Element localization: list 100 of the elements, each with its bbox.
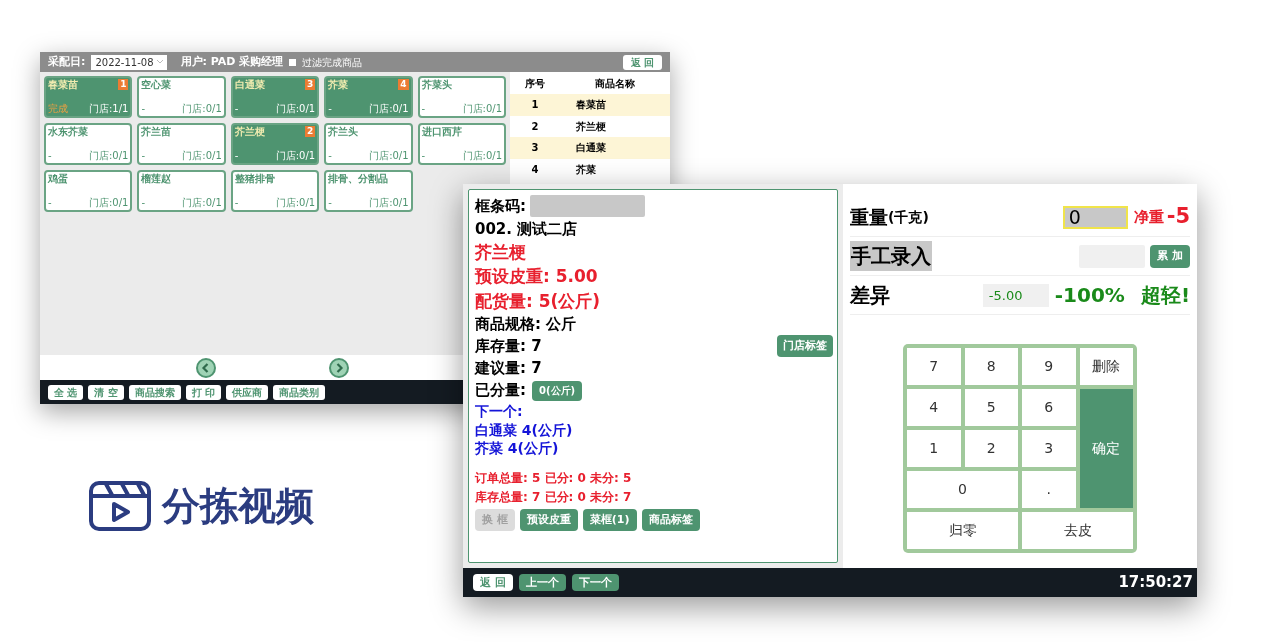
product-tile[interactable]: 芥菜头 - 门店:0/1	[417, 76, 506, 118]
nav-button[interactable]: 返 回	[473, 574, 513, 591]
toolbar-button[interactable]: 全 选	[48, 384, 84, 400]
product-tile[interactable]: 芥兰梗 2 - 门店:0/1	[230, 123, 320, 165]
keypad-key[interactable]: 删除	[1079, 348, 1133, 385]
keypad-key[interactable]: 9	[1022, 348, 1076, 385]
tile-name: 鸡蛋	[48, 173, 68, 185]
keypad-key[interactable]: 4	[907, 389, 961, 426]
next-item: 白通菜 4(公斤)	[475, 421, 574, 439]
tile-store-count: 门店:0/1	[462, 150, 502, 162]
next-item: 芥菜 4(公斤)	[475, 439, 560, 457]
nav-button[interactable]: 下一个	[571, 574, 619, 591]
product-tile[interactable]: 进口西芹 - 门店:0/1	[417, 123, 506, 165]
store-name: 002. 测试二店	[475, 219, 579, 240]
tile-name: 春菜苗	[48, 79, 78, 91]
date-field[interactable]: 2022-11-08	[91, 54, 167, 70]
toolbar-button[interactable]: 商品类别	[273, 384, 326, 400]
product-tile[interactable]: 整猪排骨 - 门店:0/1	[230, 170, 320, 212]
product-tile[interactable]: 水东芥菜 - 门店:0/1	[44, 123, 133, 165]
sorted-amount-button[interactable]: 0(公斤)	[532, 380, 583, 401]
column-header: 序号	[524, 76, 546, 91]
next-label: 下一个:	[475, 402, 524, 421]
tile-name: 芥兰苗	[141, 126, 172, 138]
tile-name: 白通菜	[234, 79, 265, 91]
product-tile[interactable]: 芥菜 4 - 门店:0/1	[324, 76, 413, 118]
previous-icon[interactable]	[196, 357, 217, 378]
next-icon[interactable]	[328, 357, 349, 378]
barcode-field[interactable]	[530, 195, 645, 217]
keypad-key[interactable]: .	[1022, 471, 1076, 508]
back-button[interactable]: 返 回	[622, 54, 662, 70]
store-label-button[interactable]: 门店标签	[777, 335, 833, 357]
tile-status: -	[48, 197, 52, 209]
difference-percent: -100%	[1054, 282, 1125, 309]
caret-icon	[156, 60, 163, 64]
keypad-key[interactable]: 3	[1022, 430, 1076, 467]
tile-name: 芥兰头	[328, 126, 359, 138]
difference-label: 差异	[850, 282, 890, 309]
tile-store-count: 门店:0/1	[369, 150, 409, 162]
tile-store-count: 门店:0/1	[182, 197, 222, 209]
product-tile[interactable]: 鸡蛋 - 门店:0/1	[44, 170, 133, 212]
keypad-key[interactable]: 6	[1022, 389, 1076, 426]
unit-label: (千克)	[888, 207, 929, 225]
suggested-text: 建议量: 7	[475, 358, 543, 379]
spec-text: 商品规格: 公斤	[475, 314, 578, 335]
action-button[interactable]: 商品标签	[641, 509, 700, 531]
weight-field[interactable]: 0	[1062, 205, 1128, 229]
keypad-key[interactable]: 2	[964, 430, 1018, 467]
action-button[interactable]: 预设皮重	[519, 509, 578, 531]
video-icon	[88, 480, 152, 532]
filter-checkbox[interactable]	[289, 58, 297, 66]
toolbar-button[interactable]: 供应商	[226, 384, 269, 400]
product-tile[interactable]: 白通菜 3 - 门店:0/1	[230, 76, 320, 118]
tile-status: 完成	[48, 103, 68, 115]
tile-status: -	[328, 150, 332, 162]
keypad-key[interactable]: 5	[964, 389, 1018, 426]
product-tile[interactable]: 芥兰头 - 门店:0/1	[324, 123, 413, 165]
barcode-label: 框条码:	[475, 195, 526, 217]
toolbar-button[interactable]: 商品搜索	[128, 384, 181, 400]
tile-store-count: 门店:0/1	[275, 197, 316, 209]
keypad-key[interactable]: 归零	[907, 512, 1018, 549]
clock-text: 17:50:27	[1118, 572, 1193, 594]
product-tile[interactable]: 榴莲赵 - 门店:0/1	[137, 170, 226, 212]
keypad-key[interactable]: 0	[907, 471, 1018, 508]
tile-store-count: 门店:0/1	[462, 103, 502, 115]
stock-text: 库存量: 7	[475, 335, 542, 357]
count-badge: 1	[118, 79, 129, 90]
keypad-key[interactable]: 1	[907, 430, 961, 467]
table-row[interactable]: 3 白通菜	[510, 137, 670, 159]
toolbar-button[interactable]: 打 印	[185, 384, 222, 400]
table-cell-text: 春菜苗	[575, 98, 607, 113]
product-tile[interactable]: 排骨、分割品 - 门店:0/1	[324, 170, 413, 212]
net-weight-label: 净重	[1133, 206, 1164, 228]
tare-text: 预设皮重: 5.00	[475, 265, 599, 288]
toolbar-button[interactable]: 清 空	[88, 384, 124, 400]
tile-name: 芥菜头	[421, 79, 452, 91]
count-badge: 3	[304, 79, 316, 90]
action-button[interactable]: 菜框(1)	[582, 509, 637, 531]
add-button[interactable]: 累 加	[1150, 244, 1190, 268]
nav-button[interactable]: 上一个	[518, 574, 566, 591]
weight-label: 重量	[850, 204, 888, 230]
product-tile[interactable]: 空心菜 - 门店:0/1	[137, 76, 226, 118]
keypad-key[interactable]: 去皮	[1022, 512, 1133, 549]
tile-name: 榴莲赵	[141, 173, 172, 185]
product-tile[interactable]: 芥兰苗 - 门店:0/1	[137, 123, 226, 165]
tile-name: 整猪排骨	[234, 173, 275, 185]
keypad-key[interactable]: 确定	[1079, 389, 1133, 508]
tile-store-count: 门店:0/1	[369, 103, 409, 115]
tile-store-count: 门店:0/1	[88, 197, 129, 209]
tile-name: 排骨、分割品	[328, 173, 389, 185]
table-cell-text: 4	[530, 162, 540, 177]
product-tile[interactable]: 春菜苗 1 完成 门店:1/1	[44, 76, 133, 118]
tile-status: -	[328, 103, 332, 115]
keypad-key[interactable]: 7	[907, 348, 961, 385]
table-row[interactable]: 1 春菜苗	[510, 94, 670, 116]
manual-entry-label: 手工录入	[850, 241, 932, 271]
tile-name: 空心菜	[141, 79, 172, 91]
logo-text: 分拣视频	[162, 487, 314, 525]
allocation-text: 配货量: 5(公斤)	[475, 290, 602, 313]
tile-name: 进口西芹	[421, 126, 462, 138]
keypad-key[interactable]: 8	[964, 348, 1018, 385]
